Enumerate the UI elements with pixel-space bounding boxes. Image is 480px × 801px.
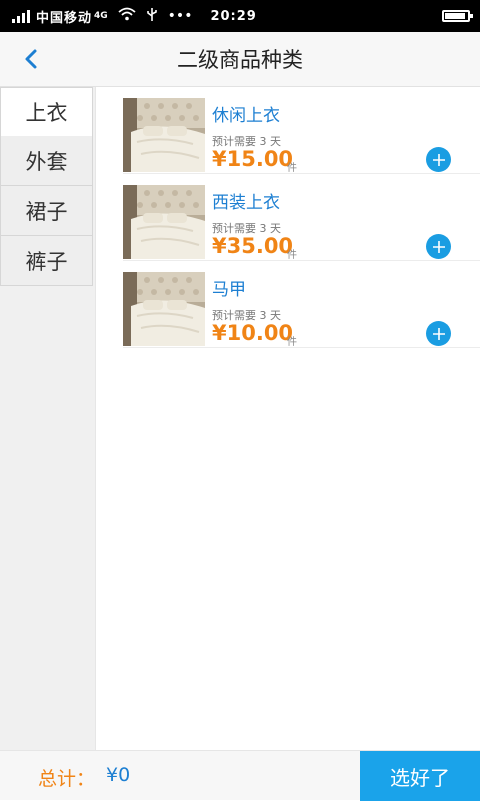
confirm-button-label: 选好了 xyxy=(390,765,450,790)
confirm-button[interactable]: 选好了 xyxy=(360,751,480,801)
plus-icon xyxy=(432,327,445,340)
page-title: 二级商品种类 xyxy=(177,48,303,72)
plus-icon xyxy=(432,240,445,253)
sidebar-item-label: 裤子 xyxy=(25,249,68,274)
product-list: 休闲上衣 预计需要 3 天 ¥15.00 件 西装上衣 预计需要 3 天 ¥35… xyxy=(96,87,480,750)
add-to-cart-button[interactable] xyxy=(426,147,451,172)
sidebar-item-pants[interactable]: 裤子 xyxy=(0,236,93,286)
product-item[interactable]: 西装上衣 预计需要 3 天 ¥35.00 件 xyxy=(96,174,480,261)
product-image xyxy=(123,185,205,259)
status-bar: 中国移动 4G ••• 20:29 xyxy=(0,0,480,32)
add-to-cart-button[interactable] xyxy=(426,321,451,346)
clock: 20:29 xyxy=(210,8,257,24)
cart-footer: 总计： ¥0 选好了 xyxy=(0,750,480,801)
product-price: ¥35.00 xyxy=(212,234,294,258)
total-label: 总计： xyxy=(38,768,96,790)
product-image xyxy=(123,272,205,346)
back-arrow-icon xyxy=(25,49,37,69)
price-unit: 件 xyxy=(287,163,297,174)
plus-icon xyxy=(432,153,445,166)
battery-icon xyxy=(442,10,473,22)
usb-icon xyxy=(146,7,158,26)
network-type: 4G xyxy=(94,11,108,21)
sidebar-item-label: 外套 xyxy=(25,149,68,174)
price-unit: 件 xyxy=(287,250,297,261)
carrier-name: 中国移动 xyxy=(36,10,93,26)
more-icon: ••• xyxy=(167,8,193,24)
product-image xyxy=(123,98,205,172)
product-name: 休闲上衣 xyxy=(212,106,280,126)
sidebar-item-label: 裙子 xyxy=(25,199,68,224)
product-price: ¥15.00 xyxy=(212,147,294,171)
signal-icon xyxy=(12,9,30,23)
sidebar-item-tops[interactable]: 上衣 xyxy=(0,87,93,137)
product-item[interactable]: 休闲上衣 预计需要 3 天 ¥15.00 件 xyxy=(96,87,480,174)
product-price: ¥10.00 xyxy=(212,321,294,345)
wifi-icon xyxy=(118,7,136,25)
category-sidebar: 上衣 外套 裙子 裤子 xyxy=(0,87,96,750)
title-bar: 二级商品种类 xyxy=(0,32,480,87)
product-name: 西装上衣 xyxy=(212,193,280,213)
product-item[interactable]: 马甲 预计需要 3 天 ¥10.00 件 xyxy=(96,261,480,348)
product-name: 马甲 xyxy=(212,280,246,300)
price-unit: 件 xyxy=(287,337,297,348)
sidebar-item-coats[interactable]: 外套 xyxy=(0,136,93,186)
item-divider xyxy=(123,347,480,348)
sidebar-item-label: 上衣 xyxy=(25,101,68,125)
back-button[interactable] xyxy=(14,42,48,76)
total-value: ¥0 xyxy=(106,764,131,786)
add-to-cart-button[interactable] xyxy=(426,234,451,259)
sidebar-item-skirts[interactable]: 裙子 xyxy=(0,186,93,236)
